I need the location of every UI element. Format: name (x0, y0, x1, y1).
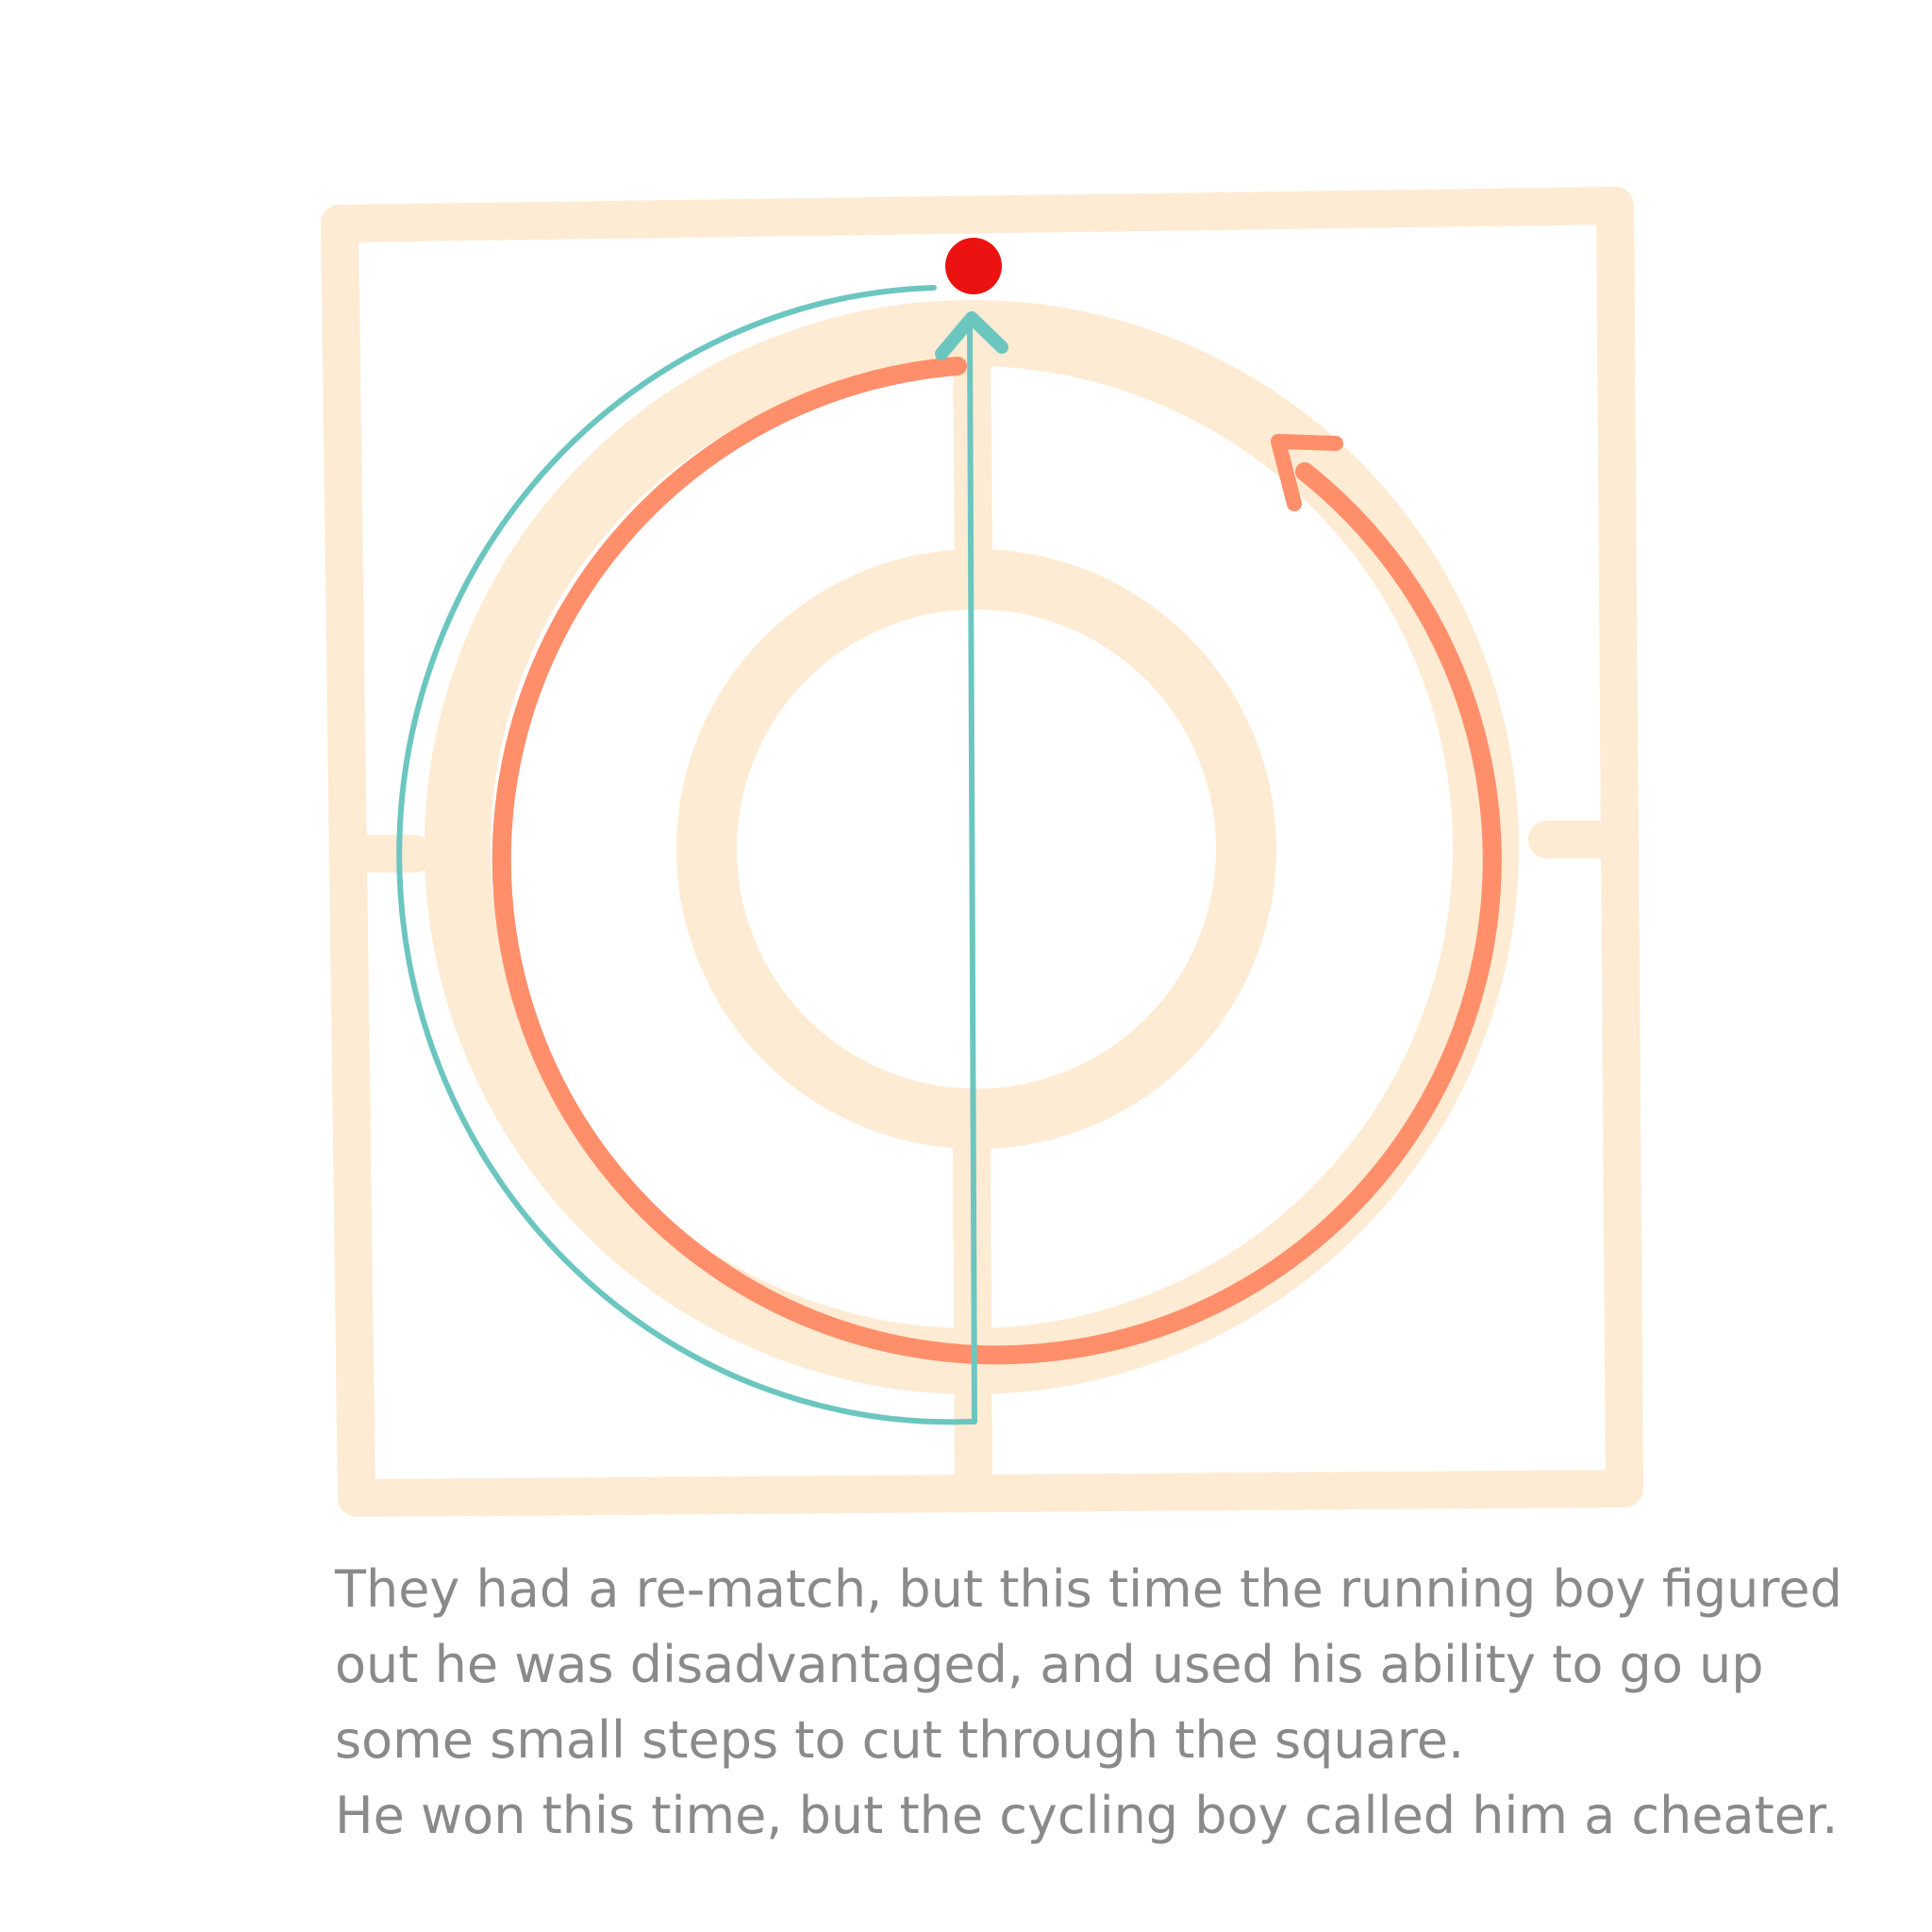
caption-line: out he was disadvantaged, and used his a… (335, 1635, 1764, 1694)
finish-point-dot (945, 238, 1002, 294)
cyclist-path (491, 357, 1502, 1365)
inner-circle-track (676, 549, 1276, 1149)
caption-line: He won this time, but the cycling boy ca… (335, 1786, 1839, 1845)
caption-text: They had a re-match, but this time the r… (335, 1552, 1901, 1854)
caption-line: They had a re-match, but this time the r… (335, 1559, 1842, 1619)
caption-line: some small steps to cut through the squa… (335, 1710, 1465, 1770)
